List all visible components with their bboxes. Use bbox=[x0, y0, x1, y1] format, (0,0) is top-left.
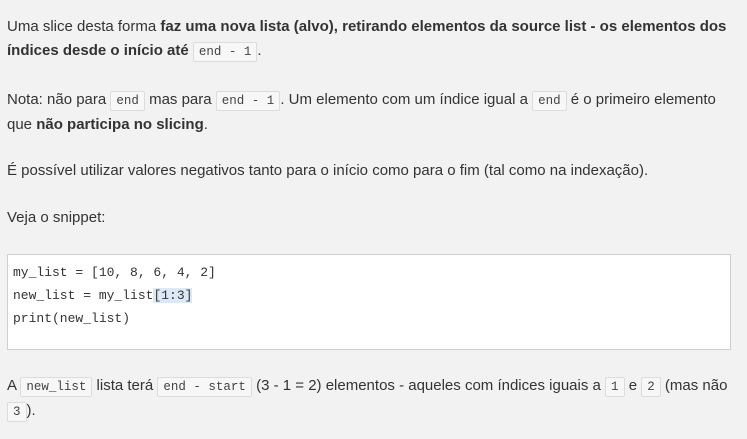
paragraph-note: Nota: não para end mas para end - 1. Um … bbox=[7, 88, 739, 137]
text: (3 - 1 = 2) elementos - aqueles com índi… bbox=[251, 377, 606, 394]
text: (mas não bbox=[660, 377, 728, 394]
code-line: new_list = my_list[1:3] bbox=[13, 284, 725, 307]
inline-code-3: 3 bbox=[7, 402, 27, 422]
code-line: print(new_list) bbox=[13, 311, 131, 326]
paragraph-snippet-intro: Veja o snippet: bbox=[7, 209, 106, 226]
inline-code-end: end bbox=[110, 91, 145, 111]
paragraph-result: A new_list lista terá end - start (3 - 1… bbox=[7, 374, 739, 424]
code-highlight: [1:3] bbox=[153, 288, 193, 303]
code-snippet: my_list = [10, 8, 6, 4, 2] new_list = my… bbox=[7, 254, 731, 350]
inline-code-end-minus-1: end - 1 bbox=[192, 42, 258, 62]
text: Uma slice desta forma bbox=[7, 18, 161, 35]
paragraph-slice-description: Uma slice desta forma faz uma nova lista… bbox=[7, 15, 739, 64]
text: . bbox=[203, 116, 208, 133]
code-line: my_list = [10, 8, 6, 4, 2] bbox=[13, 265, 216, 280]
text: A bbox=[7, 377, 21, 394]
text: e bbox=[624, 377, 642, 394]
inline-code-end-minus-1: end - 1 bbox=[215, 91, 281, 111]
code-text: new_list = my_list bbox=[13, 288, 154, 303]
bold-text: não participa no slicing bbox=[36, 116, 204, 133]
text: mas para bbox=[144, 91, 216, 108]
inline-code-end: end bbox=[532, 91, 567, 111]
text: Nota: não para bbox=[7, 91, 111, 108]
paragraph-negative-values: É possível utilizar valores negativos ta… bbox=[7, 162, 649, 179]
inline-code-1: 1 bbox=[605, 377, 625, 397]
article-content: Uma slice desta forma faz uma nova lista… bbox=[0, 0, 747, 439]
text: ). bbox=[26, 402, 36, 419]
inline-code-2: 2 bbox=[641, 377, 661, 397]
text: lista terá bbox=[92, 377, 158, 394]
inline-code-end-minus-start: end - start bbox=[157, 377, 252, 397]
text: . Um elemento com um índice igual a bbox=[280, 91, 533, 108]
text: . bbox=[257, 42, 262, 59]
inline-code-new-list: new_list bbox=[20, 377, 93, 397]
